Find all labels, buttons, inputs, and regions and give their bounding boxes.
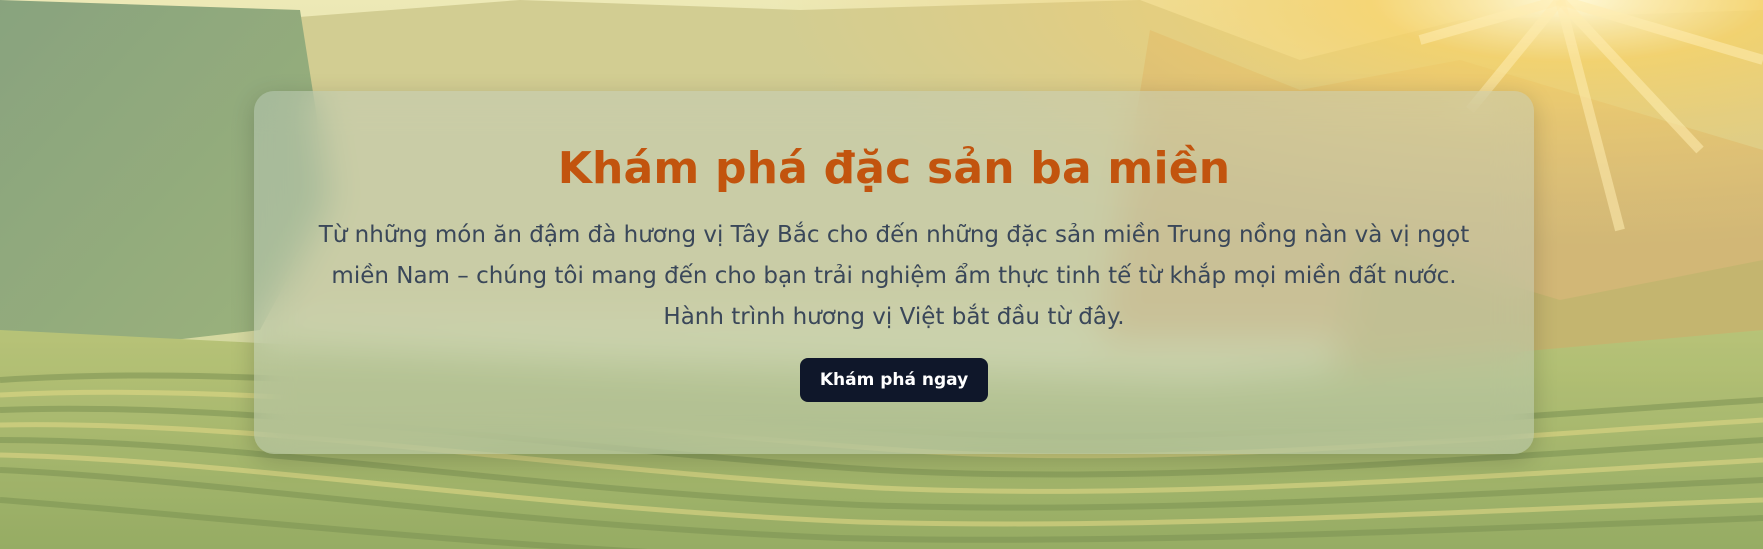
hero-description: Từ những món ăn đậm đà hương vị Tây Bắc … bbox=[318, 222, 1470, 330]
hero-title: Khám phá đặc sản ba miền bbox=[557, 143, 1231, 194]
hero-section: Khám phá đặc sản ba miền Từ những món ăn… bbox=[0, 0, 1763, 549]
hero-card: Khám phá đặc sản ba miền Từ những món ăn… bbox=[254, 91, 1534, 454]
explore-now-button[interactable]: Khám phá ngay bbox=[799, 358, 989, 402]
